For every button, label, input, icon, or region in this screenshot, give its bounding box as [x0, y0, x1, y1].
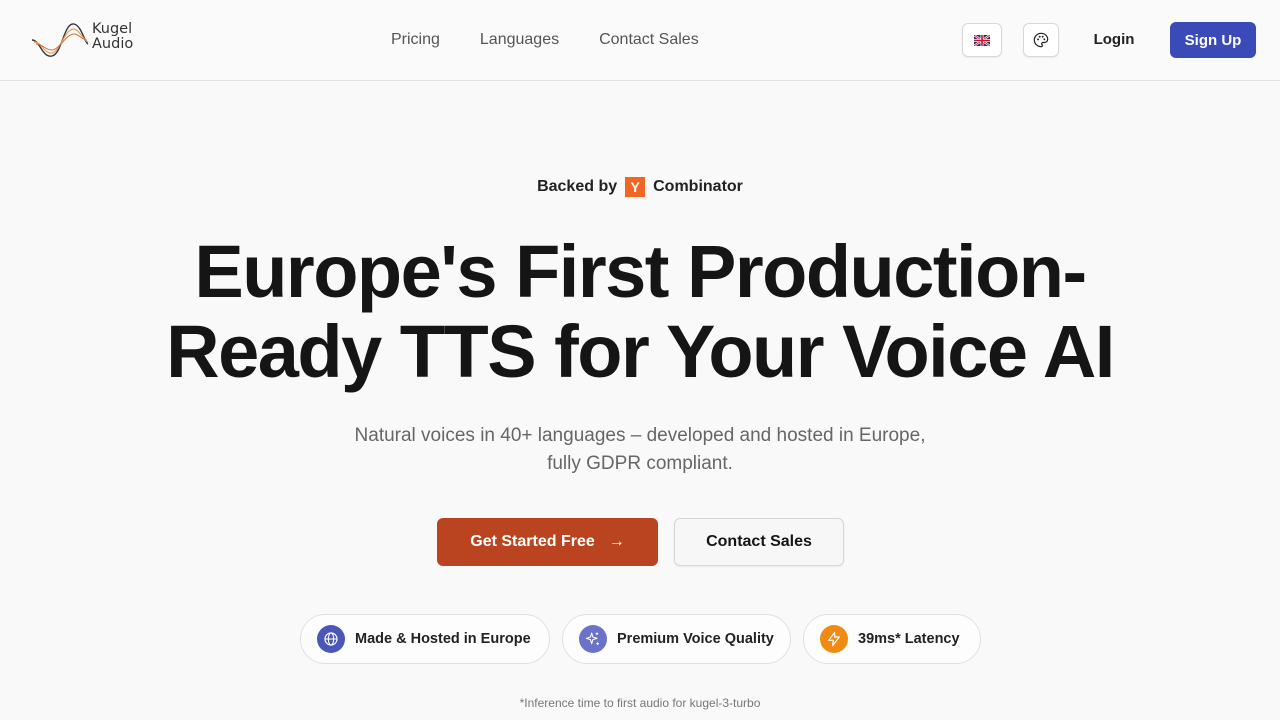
globe-icon	[317, 625, 345, 653]
hero-headline-line1: Europe's First Production-	[194, 230, 1087, 313]
arrow-right-icon: →	[608, 533, 625, 550]
feature-pill-voice-quality: Premium Voice Quality	[562, 614, 791, 664]
site-header: Kugel Audio Pricing Languages Contact Sa…	[0, 0, 1280, 81]
sign-up-button[interactable]: Sign Up	[1170, 22, 1256, 58]
logo-text-line2: Audio	[92, 36, 134, 52]
sparkles-icon	[579, 625, 607, 653]
uk-flag-icon	[974, 34, 990, 46]
y-combinator-logo-icon: Y	[625, 177, 646, 197]
hero-headline-line2: Ready TTS for Your Voice AI	[166, 310, 1115, 393]
feature-label: Premium Voice Quality	[617, 631, 774, 647]
main-nav: Pricing Languages Contact Sales	[391, 29, 739, 51]
hero-subtitle: Natural voices in 40+ languages – develo…	[300, 422, 980, 478]
kugel-audio-logo[interactable]: Kugel Audio	[30, 20, 140, 60]
feature-pill-latency: 39ms* Latency	[803, 614, 981, 664]
hero-headline: Europe's First Production- Ready TTS for…	[0, 232, 1280, 392]
feature-pill-europe: Made & Hosted in Europe	[300, 614, 550, 664]
wave-logo-icon	[31, 23, 89, 57]
lightning-icon	[820, 625, 848, 653]
logo-text-line1: Kugel	[92, 21, 133, 37]
backed-by-prefix: Backed by	[537, 178, 618, 195]
login-link[interactable]: Login	[1084, 29, 1144, 51]
palette-icon	[1033, 32, 1049, 48]
nav-languages[interactable]: Languages	[480, 29, 559, 51]
language-selector-button[interactable]	[962, 23, 1002, 57]
nav-contact-sales[interactable]: Contact Sales	[599, 29, 699, 51]
contact-sales-button[interactable]: Contact Sales	[674, 518, 844, 566]
latency-footnote: *Inference time to first audio for kugel…	[519, 696, 761, 710]
hero-subtitle-line1: Natural voices in 40+ languages – develo…	[354, 425, 926, 446]
hero-subtitle-line2: fully GDPR compliant.	[547, 453, 733, 474]
theme-palette-button[interactable]	[1023, 23, 1059, 57]
feature-label: 39ms* Latency	[858, 631, 960, 647]
nav-pricing[interactable]: Pricing	[391, 29, 440, 51]
get-started-label: Get Started Free	[470, 533, 595, 550]
get-started-free-button[interactable]: Get Started Free →	[437, 518, 658, 566]
backed-by-yc: Backed by Y Combinator	[0, 177, 1280, 197]
feature-label: Made & Hosted in Europe	[355, 631, 531, 647]
backed-by-suffix: Combinator	[653, 178, 743, 195]
